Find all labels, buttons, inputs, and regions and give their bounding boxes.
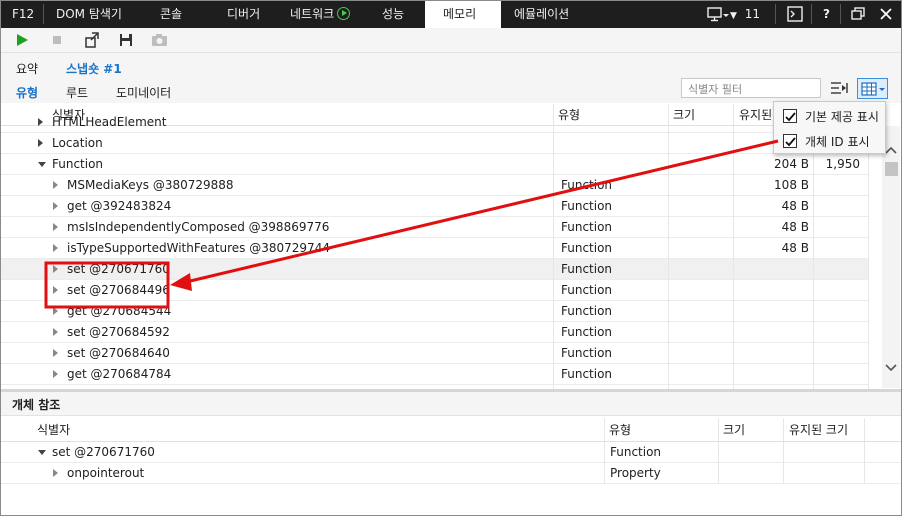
annotation-arrow-line bbox=[185, 139, 779, 284]
annotation-arrow-head bbox=[170, 273, 192, 291]
annotation-overlay bbox=[44, 139, 779, 309]
annotation-highlight-box bbox=[44, 261, 170, 309]
